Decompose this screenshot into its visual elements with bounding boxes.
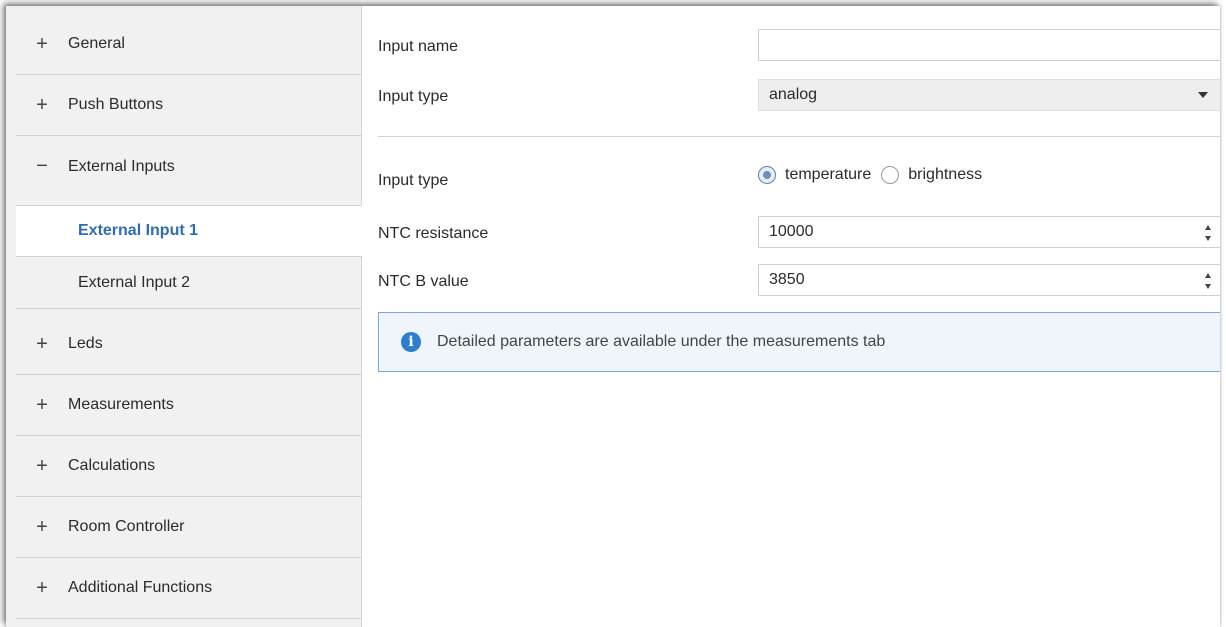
ntc-resistance-stepper[interactable]: 10000 [758, 216, 1220, 248]
sidebar-item-general[interactable]: + General [16, 14, 361, 75]
radio-selected-icon [758, 166, 776, 184]
input-name-label: Input name [378, 38, 459, 55]
expand-icon: + [36, 32, 48, 55]
sidebar-item-external-inputs[interactable]: − External Inputs [16, 136, 361, 197]
sidebar-item-calculations[interactable]: + Calculations [16, 436, 361, 497]
spinner-icon[interactable] [1204, 223, 1214, 243]
sidebar-subitem-external-input-1[interactable]: External Input 1 [16, 205, 362, 257]
ntc-b-value-value: 3850 [769, 271, 805, 288]
expand-icon: + [36, 93, 48, 116]
sidebar-item-additional-functions[interactable]: + Additional Functions [16, 558, 361, 619]
expand-icon: + [36, 515, 48, 538]
ntc-resistance-value: 10000 [769, 223, 814, 240]
info-text: Detailed parameters are available under … [437, 333, 886, 350]
input-type-radio-label: Input type [378, 172, 449, 189]
sidebar-item-label: External Inputs [68, 157, 175, 175]
expand-icon: + [36, 576, 48, 599]
info-banner: i Detailed parameters are available unde… [378, 312, 1220, 372]
sidebar-item-room-controller[interactable]: + Room Controller [16, 497, 361, 558]
ntc-b-value-label: NTC B value [378, 273, 469, 290]
expand-icon: + [36, 393, 48, 416]
radio-temperature[interactable]: temperature [758, 166, 871, 184]
app-window: + General + Push Buttons − External Inpu… [6, 6, 1220, 627]
expand-icon: + [36, 454, 48, 477]
info-icon: i [401, 332, 421, 352]
sidebar-item-label: Room Controller [68, 518, 185, 535]
sidebar-item-measurements[interactable]: + Measurements [16, 375, 361, 436]
divider [378, 136, 1220, 137]
expand-icon: + [36, 332, 48, 355]
sidebar-item-label: Calculations [68, 457, 156, 474]
collapse-icon: − [36, 155, 48, 177]
spinner-icon[interactable] [1204, 271, 1214, 291]
ntc-resistance-label: NTC resistance [378, 225, 489, 242]
input-type-radio-group: temperature brightness [758, 166, 992, 184]
sidebar-item-label: Additional Functions [68, 579, 213, 596]
sidebar-item-push-buttons[interactable]: + Push Buttons [16, 75, 361, 136]
input-type-dropdown[interactable]: analog [758, 79, 1220, 111]
sidebar-item-leds[interactable]: + Leds [16, 314, 361, 375]
parameter-panel: Input name Input type analog Input type … [362, 6, 1220, 627]
input-type-value: analog [769, 86, 818, 103]
sidebar-item-label: Leds [68, 335, 103, 352]
input-type-label: Input type [378, 88, 449, 105]
ntc-b-value-stepper[interactable]: 3850 [758, 264, 1220, 296]
sidebar-subitem-external-input-2[interactable]: External Input 2 [16, 257, 361, 309]
input-name-field[interactable] [758, 29, 1220, 61]
sidebar-item-label: Push Buttons [68, 96, 164, 113]
sidebar-item-label: General [68, 35, 125, 52]
sidebar-item-label: Measurements [68, 396, 174, 413]
radio-unselected-icon [881, 166, 900, 184]
chevron-down-icon [1198, 92, 1208, 98]
radio-label: temperature [785, 166, 872, 183]
sidebar: + General + Push Buttons − External Inpu… [6, 6, 362, 627]
radio-brightness[interactable]: brightness [881, 166, 982, 184]
radio-label: brightness [908, 166, 983, 183]
